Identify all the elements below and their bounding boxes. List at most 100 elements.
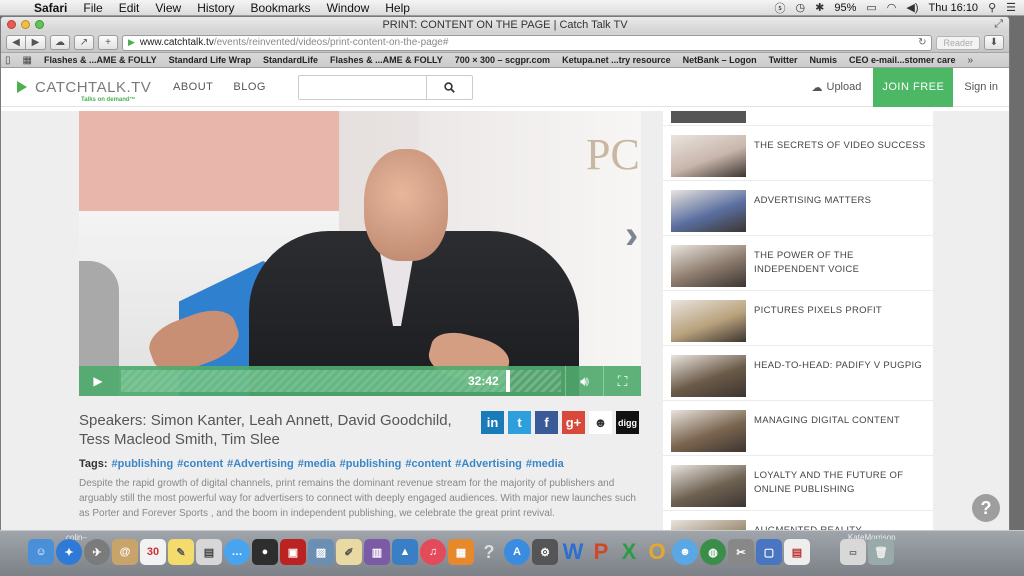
menu-history[interactable]: History [189,1,242,15]
progress-handle[interactable] [506,370,510,392]
ibooks-icon[interactable]: ▦ [448,539,474,565]
facebook-icon[interactable]: f [535,411,558,434]
new-tab-button[interactable]: + [98,35,118,50]
site-logo[interactable]: CATCHTALK.TV Talks on demand™ [17,79,153,103]
battery-icon[interactable]: ▭ [866,1,876,14]
related-video-item[interactable]: THE SECRETS OF VIDEO SUCCESS [663,126,933,181]
bluetooth-icon[interactable]: ✱ [815,1,824,14]
wifi-icon[interactable]: ◠ [887,1,897,14]
outlook-icon[interactable]: O [644,539,670,565]
calendar-icon[interactable]: 30 [140,539,166,565]
keynote-icon[interactable]: ▲ [392,539,418,565]
site-search-input[interactable] [297,74,427,100]
close-window-button[interactable] [7,20,16,29]
utilities-icon[interactable]: ✂ [728,539,754,565]
bookmark-item[interactable]: Flashes & ...AME & FOLLY [44,55,157,65]
tag-link[interactable]: #content [177,458,223,470]
bookmark-item[interactable]: Standard Life Wrap [169,55,251,65]
photo-booth-icon[interactable]: ▣ [280,539,306,565]
menu-app-safari[interactable]: Safari [26,1,75,15]
help-question-icon[interactable]: ? [972,494,1000,522]
reading-list-icon[interactable]: ▯ [5,55,11,66]
address-bar[interactable]: ▶ www.catchtalk.tv/events/reinvented/vid… [122,34,933,51]
related-video-item[interactable]: LOYALTY AND THE FUTURE OF ONLINE PUBLISH… [663,456,933,511]
related-video-item[interactable]: THE POWER OF THE INDEPENDENT VOICE [663,236,933,291]
search-button[interactable] [426,74,473,100]
reddit-icon[interactable]: ☻ [589,411,612,434]
contacts-icon[interactable]: @ [112,539,138,565]
itunes-icon[interactable]: ♫ [420,539,446,565]
network-icon[interactable]: ◍ [700,539,726,565]
linkedin-icon[interactable]: in [481,411,504,434]
related-video-title[interactable]: PICTURES PIXELS PROFIT [754,304,926,318]
reader-button[interactable]: Reader [936,35,980,50]
tag-link[interactable]: #media [298,458,336,470]
top-sites-icon[interactable]: ▦ [23,55,32,66]
spotlight-search-icon[interactable]: ⚲ [988,1,996,14]
video-thumbnail[interactable] [671,190,746,232]
lync-icon[interactable]: ☻ [672,539,698,565]
volume-icon[interactable]: ◀) [906,1,918,14]
numbers-icon[interactable]: ▥ [364,539,390,565]
menu-edit[interactable]: Edit [111,1,148,15]
tag-link[interactable]: #publishing [340,458,402,470]
menu-help[interactable]: Help [377,1,418,15]
unknown-app-icon[interactable]: ? [476,539,502,565]
icloud-tabs-icon[interactable]: ☁ [50,35,70,50]
bookmark-item[interactable]: CEO e-mail...stomer care [849,55,956,65]
bookmark-item[interactable]: Flashes & ...AME & FOLLY [330,55,443,65]
facetime-icon[interactable]: ● [252,539,278,565]
related-video-item[interactable]: HEAD-TO-HEAD: PADIFY V PUGPIG [663,346,933,401]
related-video-title[interactable]: HEAD-TO-HEAD: PADIFY V PUGPIG [754,359,926,373]
video-thumbnail[interactable] [671,135,746,177]
downloads-icon[interactable]: ⬇ [984,35,1004,50]
related-video-title[interactable]: THE SECRETS OF VIDEO SUCCESS [754,139,926,153]
forward-button[interactable]: ▶ [26,35,46,50]
video-thumbnail[interactable] [671,465,746,507]
skype-icon[interactable]: ⓢ [775,0,786,16]
tag-link[interactable]: #publishing [112,458,174,470]
related-video-title[interactable]: THE POWER OF THE INDEPENDENT VOICE [754,249,926,276]
volume-button[interactable]: 🔊︎ [565,366,603,396]
tag-link[interactable]: #content [405,458,451,470]
menu-window[interactable]: Window [319,1,378,15]
menu-bookmarks[interactable]: Bookmarks [243,1,319,15]
time-machine-icon[interactable]: ◷ [796,1,806,14]
messages-icon[interactable]: … [224,539,250,565]
video-thumbnail[interactable] [671,245,746,287]
menu-view[interactable]: View [147,1,189,15]
digg-icon[interactable]: digg [616,411,639,434]
related-video-item[interactable]: ADVERTISING MATTERS [663,181,933,236]
bookmark-item[interactable]: NetBank – Logon [683,55,757,65]
join-free-button[interactable]: JOIN FREE [873,67,954,107]
tag-link[interactable]: #media [526,458,564,470]
powerpoint-icon[interactable]: P [588,539,614,565]
bookmark-item[interactable]: Numis [809,55,837,65]
related-video-title[interactable]: MANAGING DIGITAL CONTENT [754,414,926,428]
related-video-title[interactable]: LOYALTY AND THE FUTURE OF ONLINE PUBLISH… [754,469,926,496]
document-icon[interactable]: ▭ [840,539,866,565]
finder-icon[interactable]: ☺ [28,539,54,565]
app-store-icon[interactable]: A [504,539,530,565]
upload-link[interactable]: ☁ Upload [812,81,862,94]
nav-about[interactable]: ABOUT [173,81,213,93]
play-button[interactable]: ▶ [79,366,117,396]
printer-icon[interactable]: ▤ [784,539,810,565]
share-icon[interactable]: ↗ [74,35,94,50]
sign-in-link[interactable]: Sign in [964,81,998,93]
iphoto-icon[interactable]: ▨ [308,539,334,565]
screen-sharing-icon[interactable]: ▢ [756,539,782,565]
bookmark-item[interactable]: Twitter [769,55,798,65]
video-thumbnail[interactable] [671,410,746,452]
notification-center-icon[interactable]: ☰ [1006,1,1016,14]
bookmark-item[interactable]: Ketupa.net ...try resource [562,55,671,65]
system-preferences-icon[interactable]: ⚙ [532,539,558,565]
preview-icon[interactable]: ▤ [196,539,222,565]
related-video-item[interactable]: PICTURES PIXELS PROFIT [663,291,933,346]
safari-icon[interactable]: ✦ [56,539,82,565]
zoom-window-button[interactable] [35,20,44,29]
google-plus-icon[interactable]: g+ [562,411,585,434]
video-thumbnail[interactable] [671,355,746,397]
tag-link[interactable]: #Advertising [227,458,294,470]
bookmarks-overflow-icon[interactable]: » [968,55,974,66]
